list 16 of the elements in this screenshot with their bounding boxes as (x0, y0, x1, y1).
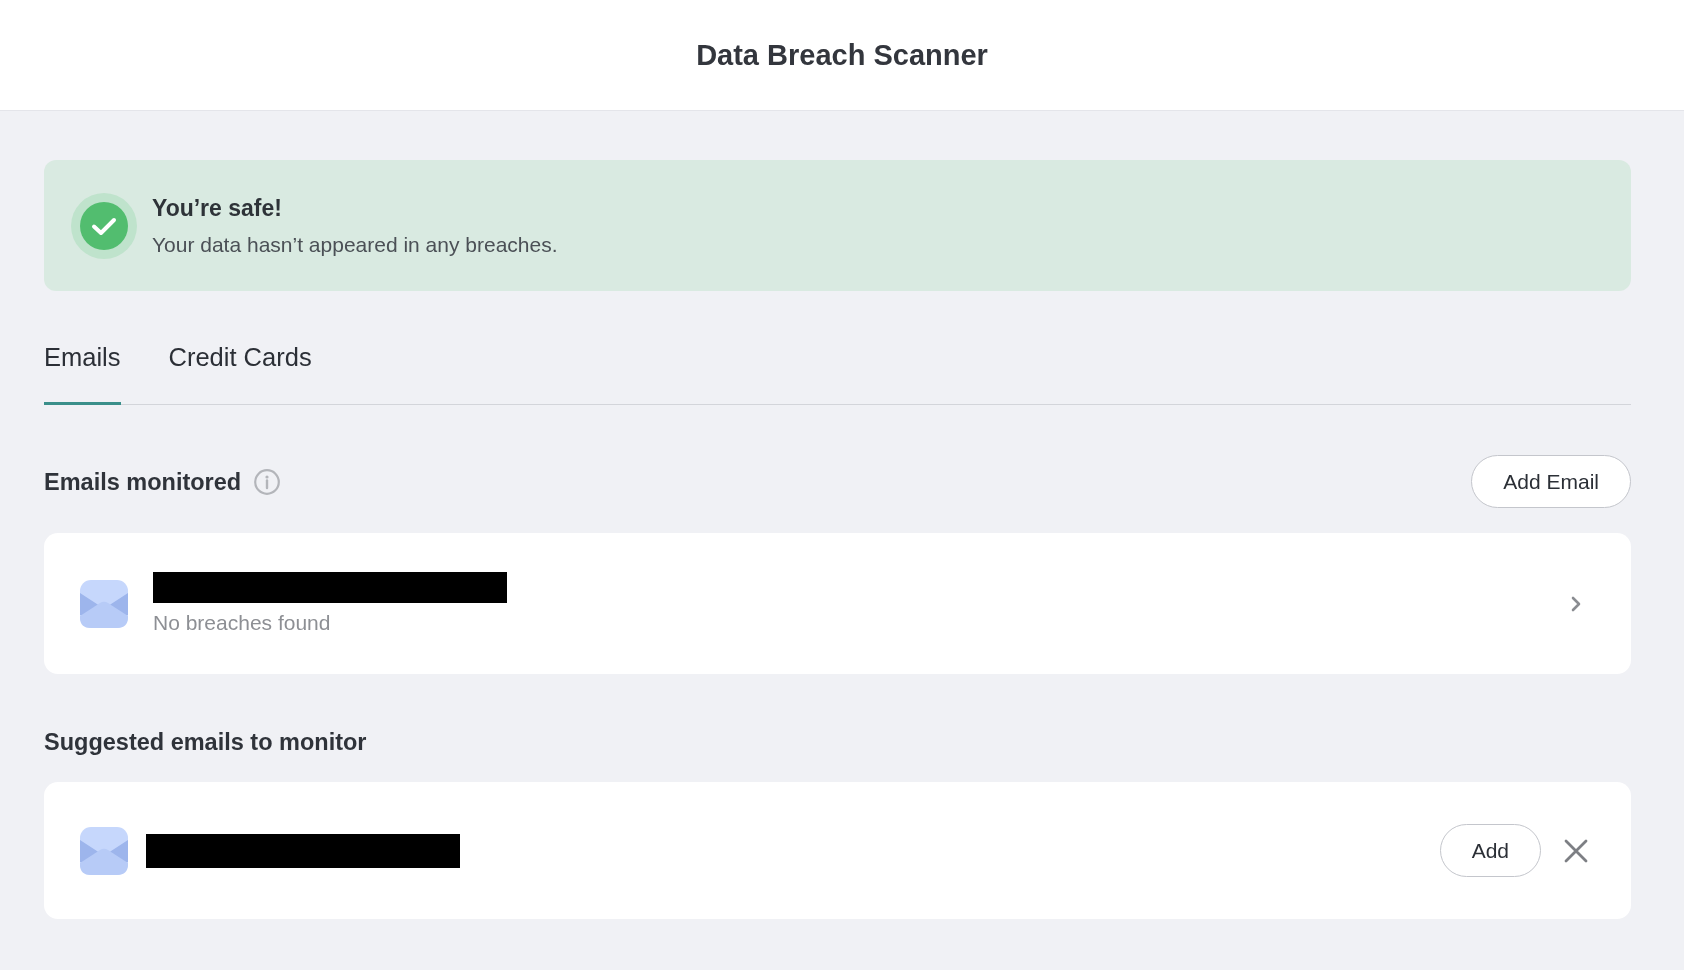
envelope-icon (80, 579, 128, 628)
add-button[interactable]: Add (1439, 824, 1541, 877)
section-heading: Suggested emails to monitor (44, 729, 367, 755)
info-icon[interactable] (254, 468, 281, 495)
tab[interactable]: Emails (44, 335, 121, 405)
tab[interactable]: Credit Cards (168, 335, 312, 405)
page-title: Data Breach Scanner (696, 38, 988, 72)
banner-title: You’re safe! (152, 194, 283, 222)
add-email-button[interactable]: Add Email (1471, 455, 1631, 508)
envelope-icon (80, 826, 128, 875)
section-heading: Emails monitored (44, 468, 242, 495)
close-icon[interactable] (1564, 838, 1588, 863)
breach-status: No breaches found (153, 611, 332, 635)
chevron-right-icon[interactable] (1571, 595, 1581, 612)
banner-message: Your data hasn’t appeared in any breaches. (152, 232, 558, 257)
check-circle-icon (71, 192, 137, 259)
